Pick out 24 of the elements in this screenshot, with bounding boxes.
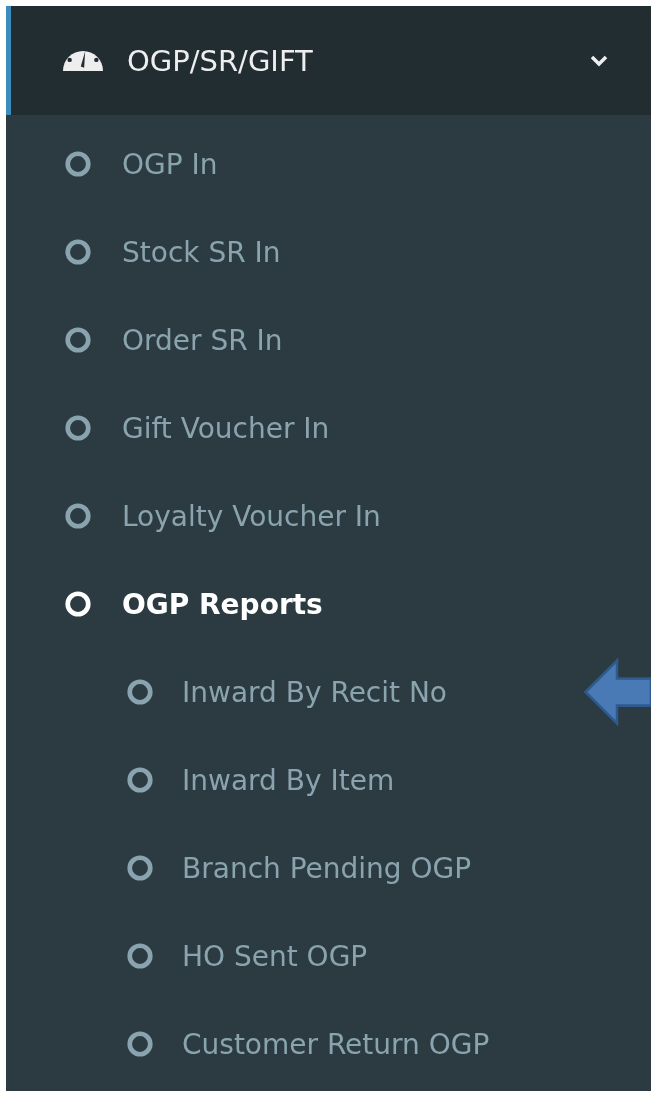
menu-item[interactable]: OGP In xyxy=(6,147,218,181)
menu-item[interactable]: Loyalty Voucher In xyxy=(6,499,381,533)
circle-icon xyxy=(126,854,154,882)
menu-item[interactable]: Branch Pending OGP xyxy=(6,851,472,885)
circle-icon xyxy=(64,150,92,178)
circle-icon xyxy=(64,590,92,618)
circle-icon xyxy=(126,942,154,970)
menu-item[interactable]: HO Sent OGP xyxy=(6,939,368,973)
menu-item[interactable]: OGP Reports xyxy=(6,587,323,621)
circle-icon xyxy=(64,238,92,266)
menu-header[interactable]: OGP/SR/GIFT xyxy=(6,6,651,115)
circle-icon xyxy=(64,502,92,530)
menu-item[interactable]: Gift Voucher In xyxy=(6,411,330,445)
circle-icon xyxy=(126,766,154,794)
menu-item[interactable]: Inward By Recit No xyxy=(6,675,447,709)
menu-item[interactable]: Order SR In xyxy=(6,323,283,357)
menu-item[interactable]: Customer Return OGP xyxy=(6,1027,490,1061)
menu-item[interactable]: Stock SR In xyxy=(6,235,281,269)
circle-icon xyxy=(126,678,154,706)
menu-item[interactable]: Inward By Item xyxy=(6,763,395,797)
circle-icon xyxy=(126,1030,154,1058)
circle-icon xyxy=(64,326,92,354)
dashboard-icon xyxy=(63,50,103,71)
circle-icon xyxy=(64,414,92,442)
